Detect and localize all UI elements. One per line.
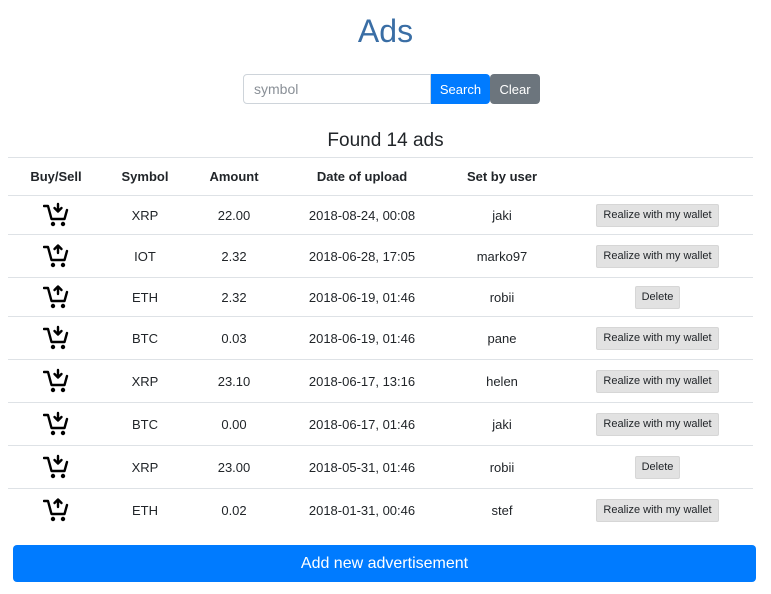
symbol-cell: XRP xyxy=(104,359,186,403)
cart-arrow-up-icon xyxy=(42,497,69,523)
table-row: XRP 22.00 2018-08-24, 00:08 jaki Realize wit… xyxy=(8,195,753,235)
action-cell: Realize with my wallet xyxy=(562,359,753,403)
cart-arrow-down-icon xyxy=(42,411,69,437)
buy-sell-cell xyxy=(8,234,104,278)
delete-button[interactable]: Delete xyxy=(634,455,681,479)
cart-arrow-down-icon xyxy=(42,202,69,228)
amount-cell: 0.00 xyxy=(186,402,282,446)
action-cell: Realize with my wallet xyxy=(562,488,753,531)
realize-with-wallet-button[interactable]: Realize with my wallet xyxy=(596,412,719,436)
date-cell: 2018-05-31, 01:46 xyxy=(282,445,442,489)
buy-sell-cell xyxy=(8,277,104,317)
action-cell: Realize with my wallet xyxy=(562,195,753,235)
cart-arrow-up-icon xyxy=(42,243,69,269)
table-row: XRP 23.00 2018-05-31, 01:46 robii Delete xyxy=(8,445,753,489)
user-cell: pane xyxy=(442,316,562,360)
ads-table: Buy/Sell Symbol Amount Date of upload Se… xyxy=(8,157,753,531)
table-row: IOT 2.32 2018-06-28, 17:05 marko97 Realize w… xyxy=(8,234,753,278)
action-cell: Realize with my wallet xyxy=(562,402,753,446)
results-count: Found 14 ads xyxy=(327,130,444,151)
action-cell: Delete xyxy=(562,445,753,489)
table-row: BTC 0.00 2018-06-17, 01:46 jaki Realize with… xyxy=(8,402,753,446)
action-cell: Realize with my wallet xyxy=(562,316,753,360)
amount-cell: 2.32 xyxy=(186,277,282,317)
amount-cell: 2.32 xyxy=(186,234,282,278)
user-cell: helen xyxy=(442,359,562,403)
page-title: Ads xyxy=(357,13,414,49)
search-button[interactable]: Search xyxy=(431,74,490,104)
date-cell: 2018-08-24, 00:08 xyxy=(282,195,442,235)
header-user: Set by user xyxy=(442,157,562,196)
buy-sell-cell xyxy=(8,316,104,360)
header-actions xyxy=(562,157,753,196)
buy-sell-cell xyxy=(8,402,104,446)
date-cell: 2018-06-28, 17:05 xyxy=(282,234,442,278)
user-cell: jaki xyxy=(442,402,562,446)
realize-with-wallet-button[interactable]: Realize with my wallet xyxy=(596,244,719,268)
table-row: ETH 0.02 2018-01-31, 00:46 stef Realize with… xyxy=(8,488,753,531)
symbol-cell: IOT xyxy=(104,234,186,278)
amount-cell: 22.00 xyxy=(186,195,282,235)
symbol-cell: ETH xyxy=(104,277,186,317)
date-cell: 2018-06-17, 01:46 xyxy=(282,402,442,446)
symbol-cell: XRP xyxy=(104,445,186,489)
table-row: BTC 0.03 2018-06-19, 01:46 pane Realize with… xyxy=(8,316,753,360)
buy-sell-cell xyxy=(8,195,104,235)
symbol-cell: ETH xyxy=(104,488,186,531)
cart-arrow-down-icon xyxy=(42,325,69,351)
realize-with-wallet-button[interactable]: Realize with my wallet xyxy=(596,498,719,522)
symbol-cell: XRP xyxy=(104,195,186,235)
user-cell: stef xyxy=(442,488,562,531)
symbol-cell: BTC xyxy=(104,402,186,446)
header-amount: Amount xyxy=(186,157,282,196)
amount-cell: 0.03 xyxy=(186,316,282,360)
date-cell: 2018-06-17, 13:16 xyxy=(282,359,442,403)
symbol-cell: BTC xyxy=(104,316,186,360)
buy-sell-cell xyxy=(8,359,104,403)
realize-with-wallet-button[interactable]: Realize with my wallet xyxy=(596,326,719,350)
realize-with-wallet-button[interactable]: Realize with my wallet xyxy=(596,369,719,393)
table-row: XRP 23.10 2018-06-17, 13:16 helen Realize wi… xyxy=(8,359,753,403)
amount-cell: 23.10 xyxy=(186,359,282,403)
realize-with-wallet-button[interactable]: Realize with my wallet xyxy=(596,203,719,227)
amount-cell: 0.02 xyxy=(186,488,282,531)
action-cell: Realize with my wallet xyxy=(562,234,753,278)
user-cell: robii xyxy=(442,445,562,489)
table-row: ETH 2.32 2018-06-19, 01:46 robii Delete xyxy=(8,277,753,317)
header-date: Date of upload xyxy=(282,157,442,196)
buy-sell-cell xyxy=(8,445,104,489)
clear-button[interactable]: Clear xyxy=(490,74,540,104)
search-input[interactable] xyxy=(243,74,431,104)
delete-button[interactable]: Delete xyxy=(634,285,681,309)
table-header-row: Buy/Sell Symbol Amount Date of upload Se… xyxy=(8,157,753,196)
header-symbol: Symbol xyxy=(104,157,186,196)
cart-arrow-down-icon xyxy=(42,454,69,480)
buy-sell-cell xyxy=(8,488,104,531)
amount-cell: 23.00 xyxy=(186,445,282,489)
cart-arrow-down-icon xyxy=(42,368,69,394)
user-cell: robii xyxy=(442,277,562,317)
search-bar: Search Clear xyxy=(243,74,540,104)
user-cell: jaki xyxy=(442,195,562,235)
date-cell: 2018-06-19, 01:46 xyxy=(282,277,442,317)
add-advertisement-button[interactable]: Add new advertisement xyxy=(13,545,756,582)
date-cell: 2018-06-19, 01:46 xyxy=(282,316,442,360)
user-cell: marko97 xyxy=(442,234,562,278)
action-cell: Delete xyxy=(562,277,753,317)
date-cell: 2018-01-31, 00:46 xyxy=(282,488,442,531)
header-buy-sell: Buy/Sell xyxy=(8,157,104,196)
cart-arrow-up-icon xyxy=(42,284,69,310)
